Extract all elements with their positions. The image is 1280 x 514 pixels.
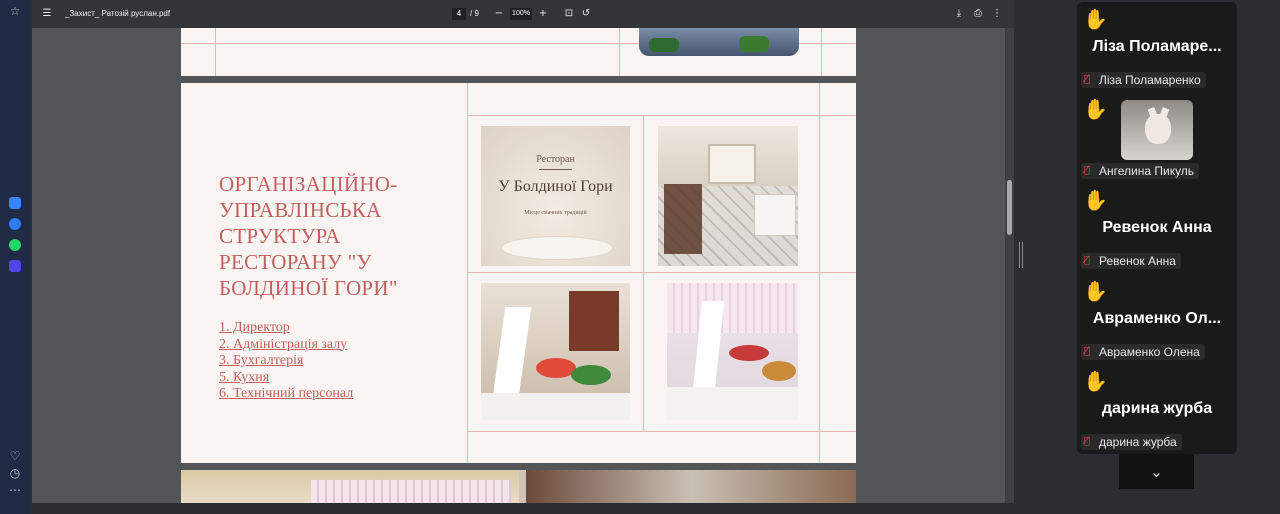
pdf-page-3: [181, 28, 856, 76]
star-icon[interactable]: ☆: [7, 3, 23, 19]
participant-label-text: Ангелина Пикуль: [1099, 164, 1195, 178]
pdf-viewer: ☰ _Захист_ Ратозій руслан.pdf 4 / 9 − 10…: [32, 0, 1014, 503]
teams-icon[interactable]: [9, 260, 21, 272]
rotate-icon[interactable]: ↺: [579, 7, 593, 21]
download-icon[interactable]: ⤓: [952, 7, 966, 21]
more-icon[interactable]: ⋯: [7, 482, 23, 498]
participant-label-text: дарина журба: [1099, 435, 1177, 449]
participant-avatar-video: [1121, 100, 1193, 160]
zoom-out-icon[interactable]: −: [492, 7, 506, 21]
more-options-icon[interactable]: ⋮: [990, 7, 1004, 21]
logo-small-text: Ресторан: [536, 154, 575, 165]
print-icon[interactable]: ⎙: [971, 7, 985, 21]
participants-panel: ✋ Ліза Поламаре... 🎙̸ Ліза Поламаренко ✋…: [1077, 2, 1237, 454]
participant-display-name: дарина журба: [1101, 400, 1213, 417]
mic-off-icon: 🎙̸: [1084, 436, 1091, 447]
page-total: / 9: [470, 9, 479, 18]
participant-label: 🎙̸ дарина журба: [1081, 434, 1182, 450]
restaurant-photo-partial: [639, 28, 799, 56]
pdf-page-4: ОРГАНІЗАЦІЙНО-УПРАВЛІНСЬКА СТРУКТУРА РЕС…: [181, 83, 856, 463]
participant-label-text: Ревенок Анна: [1099, 254, 1176, 268]
structure-list: 1. Директор 2. Адміністрація залу 3. Бух…: [219, 320, 419, 403]
participant-label: 🎙̸ Ревенок Анна: [1081, 253, 1181, 269]
mic-off-icon: 🎙̸: [1084, 74, 1091, 85]
participant-label-text: Ліза Поламаренко: [1099, 73, 1201, 87]
list-item[interactable]: 5. Кухня: [219, 370, 419, 387]
messenger-icon[interactable]: [9, 218, 21, 230]
zoom-level-input[interactable]: 100%: [510, 8, 532, 20]
pdf-scrollbar-thumb[interactable]: [1007, 180, 1012, 235]
slide-title: ОРГАНІЗАЦІЙНО-УПРАВЛІНСЬКА СТРУКТУРА РЕС…: [219, 172, 398, 300]
raised-hand-icon: ✋: [1083, 188, 1108, 212]
mic-off-icon: 🎙̸: [1084, 165, 1091, 176]
list-item[interactable]: 6. Технічний персонал: [219, 386, 419, 403]
raised-hand-icon: ✋: [1083, 97, 1108, 121]
chevron-down-icon[interactable]: ⌄: [1119, 454, 1194, 489]
list-item[interactable]: 2. Адміністрація залу: [219, 337, 419, 354]
list-item[interactable]: 3. Бухгалтерія: [219, 353, 419, 370]
history-icon[interactable]: ◷: [7, 465, 23, 481]
panel-resize-handle[interactable]: [1019, 242, 1023, 268]
participant-display-name: Ревенок Анна: [1102, 219, 1212, 236]
table-setting-photo-1: [481, 283, 630, 420]
pdf-page-5: [181, 470, 856, 503]
participant-display-name: Авраменко Ол...: [1092, 310, 1222, 327]
table-setting-photo-2: [667, 283, 798, 420]
logo-big-text: У Болдиної Гори: [498, 178, 613, 195]
participant-label: 🎙̸ Авраменко Олена: [1081, 344, 1205, 360]
pdf-scrollbar[interactable]: [1005, 28, 1014, 503]
raised-hand-icon: ✋: [1083, 279, 1108, 303]
fit-page-icon[interactable]: ⊡: [562, 7, 576, 21]
menu-icon[interactable]: ☰: [40, 7, 54, 21]
app-store-icon[interactable]: [9, 197, 21, 209]
page-number-input[interactable]: 4: [452, 8, 466, 20]
pdf-toolbar: ☰ _Захист_ Ратозій руслан.pdf 4 / 9 − 10…: [32, 0, 1014, 28]
heart-icon[interactable]: ♡: [7, 448, 23, 464]
raised-hand-icon: ✋: [1083, 7, 1108, 31]
mic-off-icon: 🎙̸: [1084, 255, 1091, 266]
whatsapp-icon[interactable]: [9, 239, 21, 251]
participant-label: 🎙̸ Ангелина Пикуль: [1081, 163, 1200, 179]
participant-display-name: Ліза Поламаре...: [1092, 38, 1222, 55]
browser-sidebar: ☆ ♡ ◷ ⋯: [0, 0, 30, 514]
pdf-filename: _Захист_ Ратозій руслан.pdf: [65, 9, 171, 18]
zoom-in-icon[interactable]: +: [536, 7, 550, 21]
list-item[interactable]: 1. Директор: [219, 320, 419, 337]
restaurant-logo-image: Ресторан У Болдиної Гори Місце смачних т…: [481, 126, 630, 266]
participant-label-text: Авраменко Олена: [1099, 345, 1200, 359]
participant-label: 🎙̸ Ліза Поламаренко: [1081, 72, 1206, 88]
logo-tagline: Місце смачних традицій: [524, 210, 587, 216]
mic-off-icon: 🎙̸: [1084, 346, 1091, 357]
raised-hand-icon: ✋: [1083, 369, 1108, 393]
restaurant-hall-photo: [658, 126, 798, 266]
